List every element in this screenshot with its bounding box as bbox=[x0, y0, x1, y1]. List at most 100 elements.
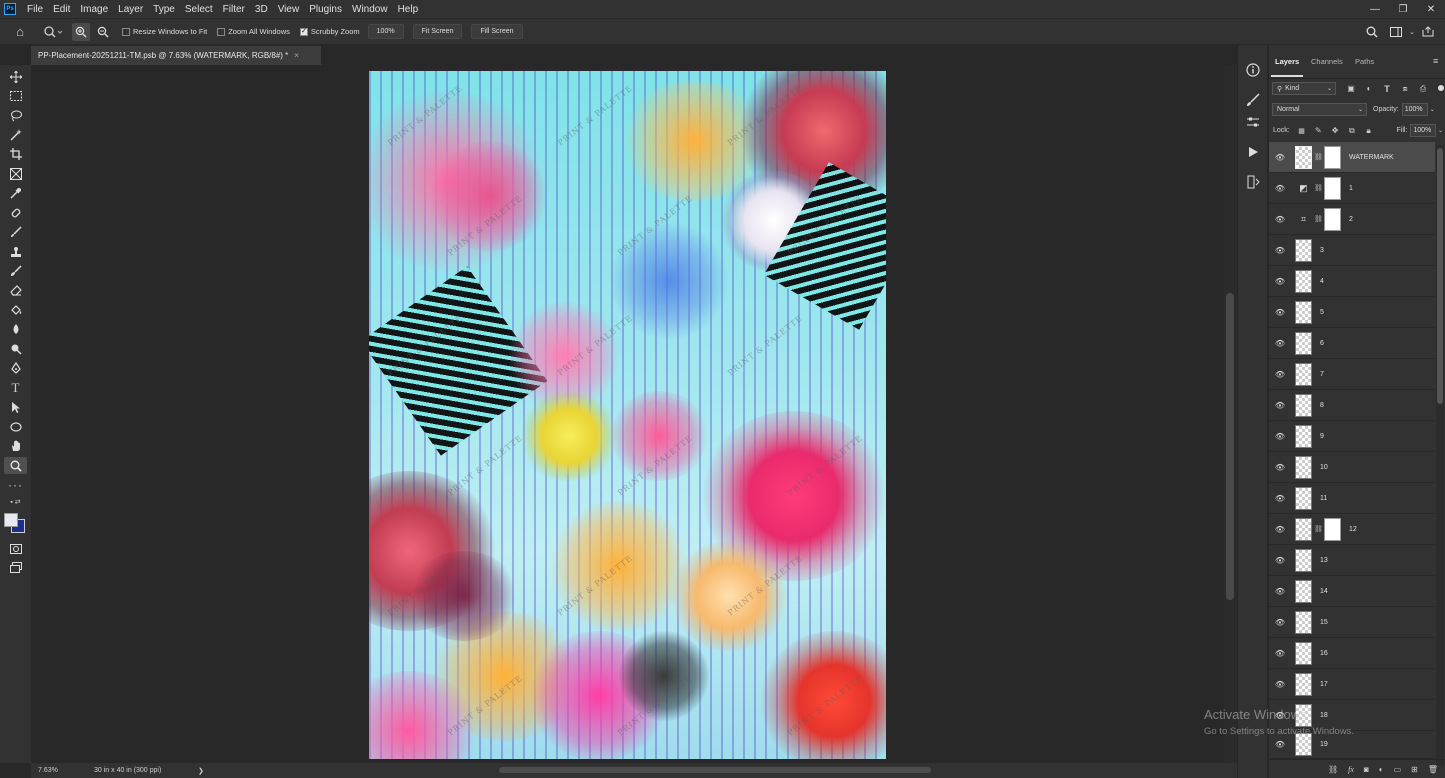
menu-type[interactable]: Type bbox=[148, 4, 180, 15]
link-layers-icon[interactable]: ⛓︎ bbox=[1328, 765, 1338, 774]
pen-tool-icon[interactable] bbox=[4, 359, 27, 376]
close-window-button[interactable]: ✕ bbox=[1417, 4, 1445, 15]
menu-image[interactable]: Image bbox=[75, 4, 113, 15]
visibility-eye-icon[interactable]: 👁︎ bbox=[1269, 556, 1291, 565]
more-tools-icon[interactable]: ··· bbox=[4, 476, 27, 493]
document-tab[interactable]: PP-Placement-20251211-TM.psb @ 7.63% (WA… bbox=[31, 46, 321, 65]
layer-row[interactable]: 👁︎ ◩ ⛓︎ 1 bbox=[1269, 173, 1435, 204]
zoom-level[interactable]: 7.63% bbox=[38, 767, 88, 774]
home-icon[interactable]: ⌂ bbox=[8, 24, 32, 39]
layer-name[interactable]: 1 bbox=[1349, 185, 1353, 192]
layer-name[interactable]: 11 bbox=[1320, 495, 1327, 502]
trash-icon[interactable]: 🗑︎ bbox=[1428, 765, 1438, 774]
hand-tool-icon[interactable] bbox=[4, 437, 27, 454]
fill-input[interactable]: 100% bbox=[1410, 124, 1436, 137]
layer-name[interactable]: 19 bbox=[1320, 741, 1328, 748]
layer-mask-thumbnail[interactable] bbox=[1324, 207, 1341, 231]
type-tool-icon[interactable]: T bbox=[4, 379, 27, 396]
close-tab-icon[interactable]: × bbox=[294, 51, 299, 60]
new-adjustment-icon[interactable]: ◐ bbox=[1379, 765, 1384, 774]
layer-name[interactable]: 14 bbox=[1320, 588, 1328, 595]
filter-pixel-icon[interactable]: ▣ bbox=[1344, 84, 1358, 93]
layer-mask-thumbnail[interactable] bbox=[1324, 517, 1341, 541]
info-icon[interactable] bbox=[1244, 61, 1262, 79]
add-mask-icon[interactable]: ◙ bbox=[1364, 765, 1369, 774]
actions-play-icon[interactable] bbox=[1244, 143, 1262, 161]
visibility-eye-icon[interactable]: 👁︎ bbox=[1269, 680, 1291, 689]
menu-plugins[interactable]: Plugins bbox=[304, 4, 347, 15]
link-icon[interactable]: ⛓︎ bbox=[1314, 525, 1323, 533]
adjustments-icon[interactable] bbox=[1244, 113, 1262, 131]
resize-windows-box[interactable] bbox=[122, 27, 130, 36]
zoom-all-box[interactable] bbox=[217, 27, 226, 36]
layer-row[interactable]: 👁︎ 15 bbox=[1269, 607, 1435, 638]
layer-name[interactable]: 16 bbox=[1320, 650, 1328, 657]
visibility-eye-icon[interactable]: 👁︎ bbox=[1269, 277, 1291, 286]
visibility-eye-icon[interactable]: 👁︎ bbox=[1269, 494, 1291, 503]
layer-mask-thumbnail[interactable] bbox=[1324, 145, 1341, 169]
layer-name[interactable]: 5 bbox=[1320, 309, 1324, 316]
layer-row[interactable]: 👁︎ 9 bbox=[1269, 421, 1435, 452]
layer-row[interactable]: 👁︎ ⛓︎ 12 bbox=[1269, 514, 1435, 545]
eraser-icon[interactable] bbox=[4, 281, 27, 298]
eyedropper-icon[interactable] bbox=[4, 184, 27, 201]
lock-all-icon[interactable]: 🔒︎ bbox=[1363, 126, 1375, 136]
layer-row[interactable]: 👁︎ 17 bbox=[1269, 669, 1435, 700]
layer-name[interactable]: WATERMARK bbox=[1349, 154, 1394, 161]
new-layer-icon[interactable]: ⊞ bbox=[1411, 765, 1418, 774]
blur-tool-icon[interactable] bbox=[4, 320, 27, 337]
layer-name[interactable]: 12 bbox=[1349, 526, 1357, 533]
layer-name[interactable]: 13 bbox=[1320, 557, 1328, 564]
layer-row[interactable]: 👁︎ ⌗ ⛓︎ 2 bbox=[1269, 204, 1435, 235]
layer-row[interactable]: 👁︎ 14 bbox=[1269, 576, 1435, 607]
link-icon[interactable]: ⛓︎ bbox=[1314, 184, 1323, 192]
layer-row[interactable]: 👁︎ 4 bbox=[1269, 266, 1435, 297]
layer-name[interactable]: 10 bbox=[1320, 464, 1328, 471]
filter-type-icon[interactable]: T bbox=[1380, 84, 1394, 94]
layer-row[interactable]: 👁︎ 6 bbox=[1269, 328, 1435, 359]
search-icon[interactable] bbox=[1363, 26, 1381, 38]
visibility-eye-icon[interactable]: 👁︎ bbox=[1269, 463, 1291, 472]
fit-screen-button[interactable]: Fit Screen bbox=[412, 24, 463, 39]
layer-name[interactable]: 9 bbox=[1320, 433, 1324, 440]
lock-artboard-icon[interactable]: ⧉ bbox=[1346, 126, 1358, 136]
fx-icon[interactable]: fx bbox=[1348, 765, 1354, 774]
new-group-icon[interactable]: ▭ bbox=[1394, 765, 1402, 774]
vertical-scroll-thumb[interactable] bbox=[1226, 293, 1234, 600]
layer-row[interactable]: 👁︎ 5 bbox=[1269, 297, 1435, 328]
lock-image-icon[interactable]: ✎ bbox=[1312, 126, 1324, 135]
marquee-tool-icon[interactable] bbox=[4, 87, 27, 104]
visibility-eye-icon[interactable]: 👁︎ bbox=[1269, 649, 1291, 658]
layer-name[interactable]: 3 bbox=[1320, 247, 1324, 254]
opacity-input[interactable]: 100% bbox=[1401, 103, 1428, 116]
foreground-color-swatch[interactable] bbox=[4, 513, 18, 527]
menu-help[interactable]: Help bbox=[393, 4, 424, 15]
menu-window[interactable]: Window bbox=[347, 4, 393, 15]
link-icon[interactable]: ⛓︎ bbox=[1314, 153, 1323, 161]
opacity-dropdown-icon[interactable]: ⌄ bbox=[1430, 106, 1435, 113]
filter-shape-icon[interactable]: ⧈ bbox=[1398, 84, 1412, 94]
zoom-tool-icon[interactable] bbox=[4, 457, 27, 474]
visibility-eye-icon[interactable]: 👁︎ bbox=[1269, 184, 1291, 193]
canvas-vertical-scrollbar[interactable] bbox=[1224, 65, 1237, 763]
dodge-tool-icon[interactable] bbox=[4, 340, 27, 357]
magic-wand-icon[interactable] bbox=[4, 126, 27, 143]
menu-view[interactable]: View bbox=[273, 4, 305, 15]
zoom-all-windows-checkbox[interactable]: Zoom All Windows bbox=[217, 27, 290, 36]
ellipse-tool-icon[interactable] bbox=[4, 418, 27, 435]
document-canvas[interactable]: PRINT & PALETTE PRINT & PALETTE PRINT & … bbox=[369, 71, 886, 759]
visibility-eye-icon[interactable]: 👁︎ bbox=[1269, 308, 1291, 317]
zoom-in-icon[interactable] bbox=[72, 22, 90, 41]
visibility-eye-icon[interactable]: 👁︎ bbox=[1269, 401, 1291, 410]
zoom-out-icon[interactable] bbox=[94, 23, 112, 41]
frame-tool-icon[interactable] bbox=[4, 165, 27, 182]
visibility-eye-icon[interactable]: 👁︎ bbox=[1269, 432, 1291, 441]
menu-file[interactable]: File bbox=[22, 4, 48, 15]
menu-filter[interactable]: Filter bbox=[218, 4, 250, 15]
lock-position-icon[interactable]: ✥ bbox=[1329, 126, 1341, 135]
menu-select[interactable]: Select bbox=[180, 4, 218, 15]
lasso-tool-icon[interactable] bbox=[4, 107, 27, 124]
crop-tool-icon[interactable] bbox=[4, 145, 27, 162]
resize-windows-checkbox[interactable]: Resize Windows to Fit bbox=[122, 27, 207, 36]
fill-dropdown-icon[interactable]: ⌄ bbox=[1438, 127, 1443, 134]
